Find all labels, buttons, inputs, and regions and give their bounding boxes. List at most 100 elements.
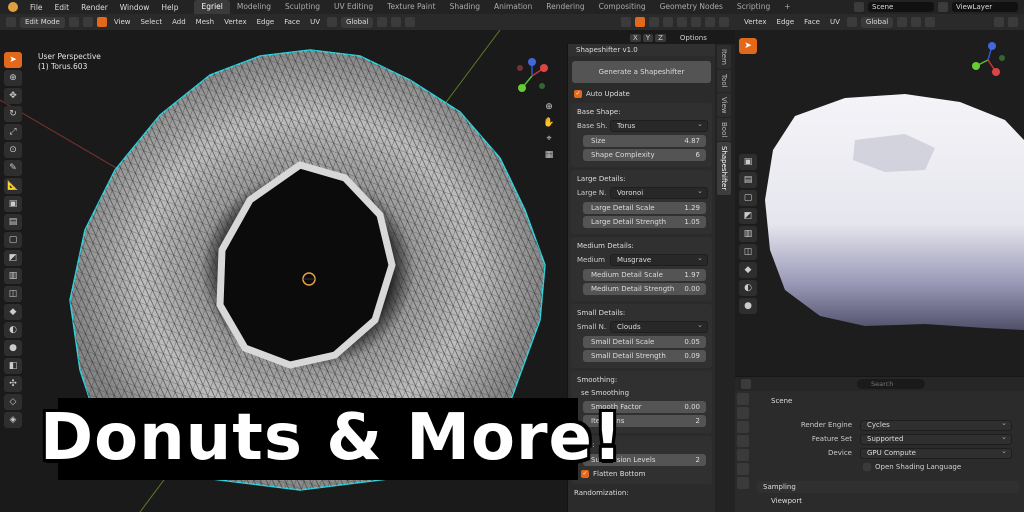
- move-tool-icon[interactable]: ✥: [4, 88, 22, 104]
- small-detail-scale-slider[interactable]: Small Detail Scale 0.05: [583, 336, 706, 348]
- snap-icon[interactable]: [391, 17, 402, 27]
- pan-hand-icon[interactable]: ✋: [541, 118, 557, 134]
- workspace-tab-egriel[interactable]: Egriel: [194, 0, 230, 14]
- add-cube-tool-icon[interactable]: ▣: [4, 196, 22, 212]
- properties-search-input[interactable]: Search: [857, 379, 925, 389]
- rotate-tool-icon[interactable]: ↻: [4, 106, 22, 122]
- feature-set-dropdown[interactable]: Supported: [860, 433, 1012, 445]
- zoom-icon[interactable]: ⊕: [541, 102, 557, 118]
- large-detail-strength-slider[interactable]: Large Detail Strength 1.05: [583, 216, 706, 228]
- view-layer-icon[interactable]: [938, 2, 948, 12]
- small-detail-strength-slider[interactable]: Small Detail Strength 0.09: [583, 350, 706, 362]
- shear-tool-icon[interactable]: ◇: [4, 394, 22, 410]
- edge-select-icon[interactable]: [82, 17, 93, 27]
- tab-tool[interactable]: Tool: [717, 69, 731, 92]
- render-extrude-tool-icon[interactable]: ▣: [739, 154, 757, 170]
- shading-rendered-icon[interactable]: [719, 17, 729, 27]
- orientation-icon[interactable]: [327, 17, 337, 27]
- header2-menu-face[interactable]: Face: [801, 18, 823, 26]
- view-layer-field[interactable]: ViewLayer: [952, 2, 1018, 12]
- shading-material-icon[interactable]: [705, 17, 715, 27]
- render-select-tool-icon[interactable]: ➤: [739, 38, 757, 54]
- workspace-tab-sculpting[interactable]: Sculpting: [278, 0, 327, 14]
- visibility-icon[interactable]: [621, 17, 631, 27]
- render-knife-tool-icon[interactable]: ◫: [739, 244, 757, 260]
- extrude-tool-icon[interactable]: ▤: [4, 214, 22, 230]
- render-spin-tool-icon[interactable]: ◐: [739, 280, 757, 296]
- xray-toggle-icon[interactable]: [663, 17, 673, 27]
- render-smooth-tool-icon[interactable]: ●: [739, 298, 757, 314]
- header2-menu-uv[interactable]: UV: [827, 18, 843, 26]
- bevel-tool-icon[interactable]: ◩: [4, 250, 22, 266]
- annotate-tool-icon[interactable]: ✎: [4, 160, 22, 176]
- camera-icon[interactable]: ⌖: [541, 134, 557, 150]
- workspace-tab-scripting[interactable]: Scripting: [730, 0, 777, 14]
- axis-z-toggle[interactable]: Z: [655, 34, 666, 42]
- measure-tool-icon[interactable]: 📐: [4, 178, 22, 194]
- scale-tool-icon[interactable]: ⤢: [4, 124, 22, 140]
- loop-cut-tool-icon[interactable]: ▥: [4, 268, 22, 284]
- shape-complexity-slider[interactable]: Shape Complexity 6: [583, 149, 706, 161]
- menu-file[interactable]: File: [24, 3, 49, 12]
- knife-tool-icon[interactable]: ◫: [4, 286, 22, 302]
- smooth-tool-icon[interactable]: ●: [4, 340, 22, 356]
- auto-update-row[interactable]: ✓ Auto Update: [568, 88, 715, 100]
- mode-dropdown[interactable]: Edit Mode: [20, 16, 65, 28]
- blender-logo-icon[interactable]: [8, 2, 18, 12]
- osl-row[interactable]: Open Shading Language: [863, 463, 961, 471]
- shading2-rendered-icon[interactable]: [1008, 17, 1018, 27]
- menu-help[interactable]: Help: [155, 3, 184, 12]
- medium-detail-scale-slider[interactable]: Medium Detail Scale 1.97: [583, 269, 706, 281]
- poly-build-tool-icon[interactable]: ◆: [4, 304, 22, 320]
- workspace-tab-modeling[interactable]: Modeling: [230, 0, 278, 14]
- tab-view[interactable]: View: [717, 92, 731, 118]
- header-menu-add[interactable]: Add: [169, 18, 189, 26]
- overlay2-icon[interactable]: [994, 17, 1004, 27]
- object-props-tab-icon[interactable]: [737, 477, 749, 489]
- header-menu-uv[interactable]: UV: [307, 18, 323, 26]
- size-slider[interactable]: Size 4.87: [583, 135, 706, 147]
- menu-edit[interactable]: Edit: [49, 3, 76, 12]
- osl-checkbox[interactable]: [863, 463, 871, 471]
- snap2-icon[interactable]: [911, 17, 922, 27]
- shading-wire-icon[interactable]: [677, 17, 687, 27]
- proportional2-icon[interactable]: [925, 17, 936, 27]
- vertex-select-icon[interactable]: [68, 17, 79, 27]
- navigation-gizmo[interactable]: [508, 58, 558, 98]
- grid-icon[interactable]: ▦: [541, 150, 557, 166]
- render-cube-tool-icon[interactable]: ▤: [739, 172, 757, 188]
- header2-menu-edge[interactable]: Edge: [774, 18, 798, 26]
- header-menu-select[interactable]: Select: [137, 18, 165, 26]
- transform-orientation-dropdown[interactable]: Global: [341, 16, 374, 28]
- world-props-tab-icon[interactable]: [737, 463, 749, 475]
- tool-props-tab-icon[interactable]: [737, 393, 749, 405]
- header-menu-edge[interactable]: Edge: [254, 18, 278, 26]
- tab-shapeshifter[interactable]: Shapeshifter: [717, 142, 731, 195]
- workspace-tab-shading[interactable]: Shading: [443, 0, 487, 14]
- render-navigation-gizmo[interactable]: [966, 40, 1010, 80]
- workspace-tab-animation[interactable]: Animation: [487, 0, 539, 14]
- render-props-tab-icon[interactable]: [737, 407, 749, 419]
- workspace-tab-geometry-nodes[interactable]: Geometry Nodes: [653, 0, 730, 14]
- transform-orientation2-dropdown[interactable]: Global: [860, 16, 894, 28]
- shading-solid-icon[interactable]: [691, 17, 701, 27]
- device-dropdown[interactable]: GPU Compute: [860, 447, 1012, 459]
- add-workspace-icon[interactable]: +: [777, 0, 797, 14]
- pivot-icon[interactable]: [377, 17, 388, 27]
- auto-update-checkbox[interactable]: ✓: [574, 90, 582, 98]
- render-engine-dropdown[interactable]: Cycles: [860, 419, 1012, 431]
- select-tool-icon[interactable]: ➤: [4, 52, 22, 68]
- header-menu-view[interactable]: View: [111, 18, 134, 26]
- workspace-tab-texture-paint[interactable]: Texture Paint: [380, 0, 442, 14]
- render-bevel-tool-icon[interactable]: ◩: [739, 208, 757, 224]
- transform-tool-icon[interactable]: ⊙: [4, 142, 22, 158]
- generate-shapeshifter-button[interactable]: Generate a Shapeshifter: [572, 61, 711, 83]
- render-inset-tool-icon[interactable]: ▢: [739, 190, 757, 206]
- menu-render[interactable]: Render: [75, 3, 114, 12]
- render-viewport[interactable]: [735, 30, 1024, 376]
- gizmo-toggle-icon[interactable]: [635, 17, 645, 27]
- panel-title[interactable]: Shapeshifter v1.0: [568, 44, 715, 56]
- large-noise-dropdown[interactable]: Voronoi: [610, 186, 708, 199]
- rip-tool-icon[interactable]: ◈: [4, 412, 22, 428]
- workspace-tab-rendering[interactable]: Rendering: [539, 0, 591, 14]
